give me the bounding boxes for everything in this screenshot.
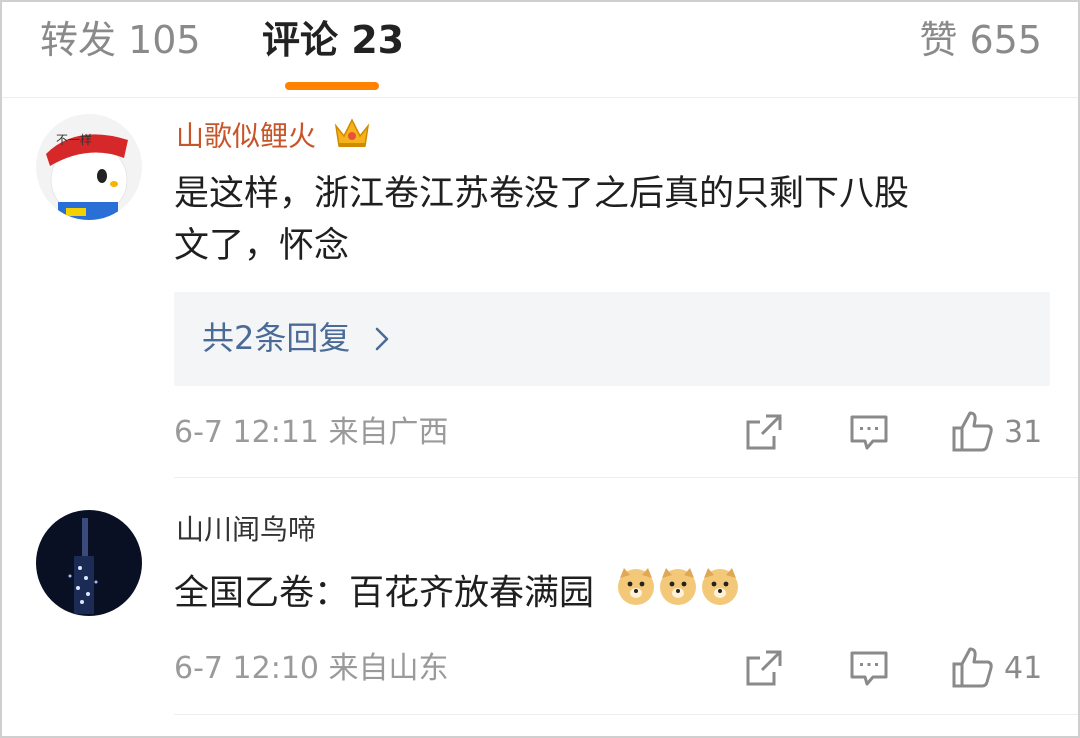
username[interactable]: 山川闻鸟啼 <box>176 512 316 548</box>
view-replies-link[interactable]: 共2条回复 <box>202 316 389 362</box>
comment-icon <box>849 412 889 456</box>
time-location: 6-7 12:11 来自广西 <box>174 415 449 450</box>
comment-divider <box>174 714 1078 715</box>
tab-likes[interactable]: 赞 655 <box>919 16 1042 64</box>
avatar[interactable]: 不一样 <box>36 114 142 220</box>
time-location: 6-7 12:10 来自山东 <box>174 651 449 686</box>
like-count: 41 <box>1004 651 1043 686</box>
comment-panel: 转发 105 评论 23 赞 655 不一样 山歌似鲤火 是这样，浙江卷江苏卷没… <box>0 0 1080 738</box>
thumbs-up-icon <box>950 410 994 456</box>
reply-summary[interactable]: 共2条回复 <box>174 292 1050 386</box>
like-button[interactable]: 41 <box>950 646 1042 692</box>
crown-icon <box>333 116 371 159</box>
username[interactable]: 山歌似鲤火 <box>176 116 371 159</box>
share-button[interactable] <box>744 412 784 456</box>
svg-text:不一样: 不一样 <box>56 132 92 147</box>
comment-text: 全国乙卷：百花齐放春满园 <box>174 566 1054 623</box>
thumbs-up-icon <box>950 646 994 692</box>
doge-icon <box>615 566 741 623</box>
comment-icon <box>849 648 889 692</box>
comment-button[interactable] <box>849 648 889 692</box>
tab-repost[interactable]: 转发 105 <box>40 16 201 64</box>
tab-comments[interactable]: 评论 23 <box>262 16 404 64</box>
share-button[interactable] <box>744 648 784 692</box>
avatar[interactable] <box>36 510 142 616</box>
like-button[interactable]: 31 <box>950 410 1042 456</box>
comment-divider <box>174 477 1078 478</box>
tab-bar: 转发 105 评论 23 赞 655 <box>2 2 1078 98</box>
chevron-right-icon <box>375 318 389 362</box>
share-icon <box>744 412 784 456</box>
comment-button[interactable] <box>849 412 889 456</box>
active-tab-indicator <box>285 82 379 90</box>
comment-text: 是这样，浙江卷江苏卷没了之后真的只剩下八股 文了，怀念 <box>174 174 910 266</box>
like-count: 31 <box>1004 415 1043 450</box>
share-icon <box>744 648 784 692</box>
